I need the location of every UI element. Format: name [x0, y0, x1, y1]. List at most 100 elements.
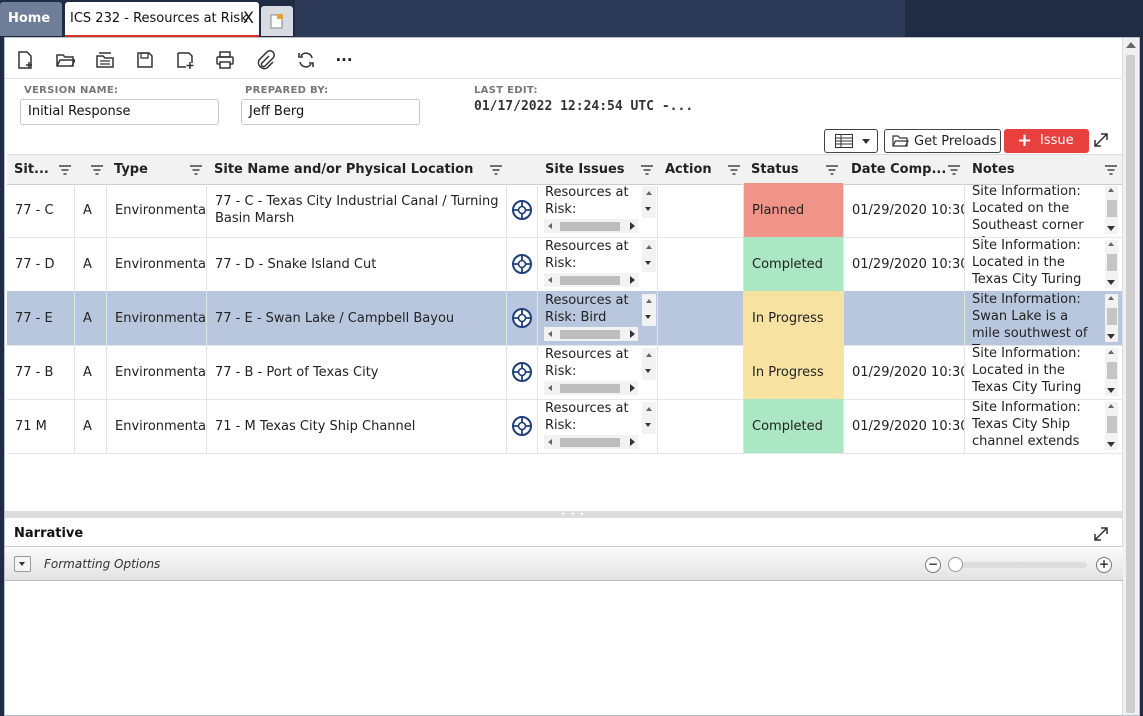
cell-locate[interactable] [507, 345, 538, 399]
cell-site[interactable]: 77 - C [7, 183, 75, 237]
cell-site-name[interactable]: 77 - E - Swan Lake / Campbell Bayou [207, 291, 507, 345]
header-site-name[interactable]: Site Name and/or Physical Location [207, 155, 507, 184]
expand-icon[interactable] [1092, 131, 1110, 149]
scroll-up-icon[interactable] [646, 245, 652, 249]
issues-hscroll[interactable] [544, 219, 638, 233]
notes-vscroll[interactable] [1105, 348, 1118, 396]
cell-site[interactable]: 77 - E [7, 291, 75, 345]
notes-vscroll[interactable] [1105, 294, 1118, 342]
site-issues-box[interactable]: Resources at Risk: [538, 237, 657, 291]
filter-icon[interactable] [727, 164, 741, 176]
cell-notes[interactable]: Site Information: Swan Lake is a mile so… [965, 291, 1122, 345]
scroll-down-icon[interactable] [1107, 280, 1115, 285]
scrollbar-thumb[interactable] [560, 222, 620, 231]
window-scrollbar[interactable] [1122, 38, 1139, 715]
cell-site-issues[interactable]: Resources at Risk: [538, 345, 658, 399]
cell-date-completed[interactable]: 01/29/2020 10:30 [844, 183, 965, 237]
cell-date-completed[interactable] [844, 291, 965, 345]
cell-action[interactable] [658, 183, 744, 237]
crosshair-icon[interactable] [511, 199, 533, 221]
scroll-up-icon[interactable] [1108, 350, 1114, 354]
refresh-icon[interactable] [295, 49, 317, 71]
issues-hscroll[interactable] [544, 273, 638, 287]
scroll-down-icon[interactable] [1107, 442, 1115, 447]
cell-site-issues[interactable]: Resources at Risk: [538, 399, 658, 453]
notes-vscroll[interactable] [1105, 240, 1118, 288]
cell-date-completed[interactable]: 01/29/2020 10:30 [844, 399, 965, 453]
cell-col2[interactable]: A [75, 399, 107, 453]
scroll-down-icon[interactable] [645, 261, 651, 265]
scroll-down-icon[interactable] [1107, 226, 1115, 231]
cell-date-completed[interactable]: 01/29/2020 10:30 [844, 345, 965, 399]
scroll-up-icon[interactable] [646, 191, 652, 195]
scroll-up-icon[interactable] [1108, 404, 1114, 408]
column-chooser-button[interactable] [824, 129, 878, 153]
filter-icon[interactable] [58, 164, 72, 176]
zoom-slider-knob[interactable] [948, 557, 963, 572]
cell-status[interactable]: In Progress [744, 345, 844, 399]
cell-site-name[interactable]: 71 - M Texas City Ship Channel [207, 399, 507, 453]
save-as-icon[interactable] [174, 49, 196, 71]
cell-type[interactable]: Environmenta... [107, 399, 207, 453]
scrollbar-thumb[interactable] [560, 276, 620, 285]
table-row[interactable]: 71 MAEnvironmenta...71 - M Texas City Sh… [7, 399, 1122, 454]
scroll-up-icon[interactable] [1108, 242, 1114, 246]
scroll-down-icon[interactable] [1107, 334, 1115, 339]
get-preloads-button[interactable]: Get Preloads [884, 129, 1001, 153]
cell-site[interactable]: 71 M [7, 399, 75, 453]
scroll-down-icon[interactable] [1107, 388, 1115, 393]
crosshair-icon[interactable] [511, 253, 533, 275]
zoom-in-button[interactable]: + [1096, 557, 1112, 573]
scroll-down-icon[interactable] [645, 207, 651, 211]
crosshair-icon[interactable] [511, 307, 533, 329]
filter-icon[interactable] [825, 164, 839, 176]
issue-button[interactable]: + Issue [1004, 129, 1089, 153]
expand-narrative-icon[interactable] [1092, 525, 1110, 543]
table-row[interactable]: 77 - CAEnvironmenta...77 - C - Texas Cit… [7, 183, 1122, 238]
close-tab-icon[interactable]: X [243, 8, 254, 27]
scroll-left-icon[interactable] [548, 385, 552, 391]
issues-hscroll[interactable] [544, 435, 638, 449]
cell-site-name[interactable]: 77 - B - Port of Texas City [207, 345, 507, 399]
scrollbar-thumb[interactable] [1107, 416, 1117, 433]
scroll-left-icon[interactable] [548, 223, 552, 229]
site-issues-box[interactable]: Resources at Risk: [538, 183, 657, 237]
cell-notes[interactable]: Site Information: Located in the Texas C… [965, 237, 1122, 291]
site-issues-box[interactable]: Resources at Risk: [538, 399, 657, 453]
scroll-up-icon[interactable] [646, 299, 652, 303]
cell-notes[interactable]: Site Information: Texas City Ship channe… [965, 399, 1122, 453]
header-notes[interactable]: Notes [965, 155, 1122, 184]
scroll-up-icon[interactable] [1108, 188, 1114, 192]
cell-status[interactable]: Completed [744, 399, 844, 453]
filter-icon[interactable] [1104, 164, 1118, 176]
prepared-by-input[interactable]: Jeff Berg [241, 99, 420, 125]
scroll-right-icon[interactable] [630, 384, 635, 392]
cell-action[interactable] [658, 237, 744, 291]
cell-col2[interactable]: A [75, 183, 107, 237]
cell-col2[interactable]: A [75, 291, 107, 345]
scrollbar-thumb[interactable] [1107, 254, 1117, 271]
cell-type[interactable]: Environmenta... [107, 291, 207, 345]
formatting-toggle[interactable] [14, 556, 31, 572]
new-document-icon[interactable] [14, 49, 36, 71]
open-folder-icon[interactable] [54, 49, 76, 71]
filter-icon[interactable] [640, 164, 654, 176]
formatting-options-label[interactable]: Formatting Options [44, 557, 160, 571]
scrollbar-thumb[interactable] [1107, 200, 1117, 217]
cell-date-completed[interactable]: 01/29/2020 10:30 [844, 237, 965, 291]
tab-ics-232[interactable]: ICS 232 - Resources at Risk X [65, 2, 259, 37]
cell-status[interactable]: Completed [744, 237, 844, 291]
scroll-right-icon[interactable] [630, 276, 635, 284]
cell-action[interactable] [658, 399, 744, 453]
cell-action[interactable] [658, 291, 744, 345]
issues-hscroll[interactable] [544, 327, 638, 341]
cell-action[interactable] [658, 345, 744, 399]
zoom-slider[interactable] [953, 562, 1087, 568]
splitter-grip-icon[interactable]: • • • [561, 510, 585, 519]
cell-site-issues[interactable]: Resources at Risk: Bird [538, 291, 658, 345]
cell-site[interactable]: 77 - B [7, 345, 75, 399]
crosshair-icon[interactable] [511, 415, 533, 437]
notes-vscroll[interactable] [1105, 186, 1118, 234]
cell-type[interactable]: Environmenta... [107, 345, 207, 399]
issues-vscroll[interactable] [642, 294, 656, 326]
